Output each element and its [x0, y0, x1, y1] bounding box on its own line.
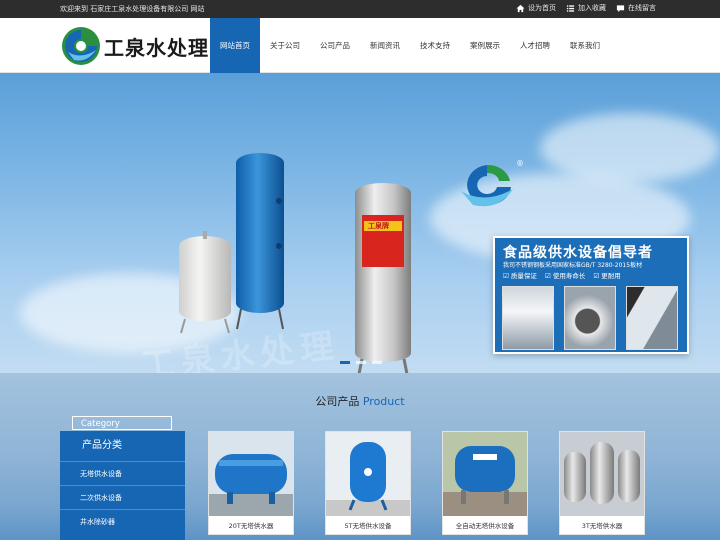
product-image	[560, 432, 644, 516]
add-favorite-label: 加入收藏	[578, 4, 606, 12]
nav-about[interactable]: 关于公司	[260, 18, 310, 73]
category-item-secondary-supply[interactable]: 二次供水设备	[60, 485, 185, 509]
category-list: 无塔供水设备 二次供水设备 井水除砂器	[60, 461, 185, 533]
nav-cases[interactable]: 案例展示	[460, 18, 510, 73]
product-image	[443, 432, 527, 516]
online-message-label: 在线留言	[628, 4, 656, 12]
chat-icon	[616, 4, 625, 12]
product-name: 全自动无塔供水设备	[455, 522, 515, 530]
product-section: 公司产品 Product Category 产品分类 无塔供水设备 二次供水设备…	[0, 373, 720, 540]
cloud-decoration	[540, 113, 720, 183]
tank-brand-label: 工泉牌	[368, 222, 389, 230]
set-homepage-link[interactable]: 设为首页	[516, 3, 556, 13]
nav-home[interactable]: 网站首页	[210, 18, 260, 73]
category-item-tankless-supply[interactable]: 无塔供水设备	[60, 461, 185, 485]
food-grade-promo-card: 食品级供水设备倡导者 我司不锈钢钢板采用国家标准GB/T 3280-2015板材…	[493, 236, 689, 354]
product-name: 5T无塔供水设备	[344, 522, 392, 530]
product-image	[326, 432, 410, 516]
product-name: 3T无塔供水器	[581, 522, 623, 530]
steel-pipe-image	[564, 286, 616, 350]
site-logo[interactable]: 工泉水处理	[60, 24, 210, 68]
nav-contact[interactable]: 联系我们	[560, 18, 610, 73]
set-homepage-label: 设为首页	[528, 4, 556, 12]
steel-plate-image	[626, 286, 678, 350]
site-header: 工泉水处理 网站首页 关于公司 公司产品 新闻资讯 技术支持 案例展示 人才招聘…	[0, 18, 720, 73]
home-icon	[516, 4, 525, 12]
product-card[interactable]: 全自动无塔供水设备	[442, 431, 528, 535]
category-item-sand-remover[interactable]: 井水除砂器	[60, 509, 185, 533]
category-heading-en: Category	[72, 416, 172, 430]
steel-sheet-image	[502, 286, 554, 350]
registered-mark: ®	[516, 159, 524, 168]
product-name: 20T无塔供水器	[228, 522, 274, 530]
slider-dot[interactable]	[372, 361, 382, 364]
feature-long-life: 使用寿命长	[545, 270, 586, 280]
product-image	[209, 432, 293, 516]
welcome-text: 欢迎来到 石家庄工泉水处理设备有限公司 网站	[60, 5, 205, 13]
online-message-link[interactable]: 在线留言	[616, 3, 656, 13]
promo-features: 质量保证 使用寿命长 更耐用	[503, 270, 621, 280]
section-title-cn: 公司产品	[315, 395, 360, 408]
promo-images	[502, 286, 678, 350]
add-favorite-link[interactable]: 加入收藏	[566, 3, 606, 13]
product-card[interactable]: 20T无塔供水器	[208, 431, 294, 535]
nav-products[interactable]: 公司产品	[310, 18, 360, 73]
top-links: 设为首页 加入收藏 在线留言	[516, 3, 656, 13]
nav-news[interactable]: 新闻资讯	[360, 18, 410, 73]
product-card[interactable]: 5T无塔供水设备	[325, 431, 411, 535]
brand-emblem-icon	[461, 164, 513, 207]
promo-title: 食品级供水设备倡导者	[503, 245, 653, 261]
top-bar: 欢迎来到 石家庄工泉水处理设备有限公司 网站 设为首页 加入收藏 在线留言	[0, 0, 720, 18]
feature-quality: 质量保证	[503, 270, 537, 280]
slider-dot[interactable]	[356, 361, 366, 364]
logo-text: 工泉水处理	[104, 35, 209, 60]
slider-dots	[340, 361, 382, 364]
logo-emblem-icon	[62, 27, 100, 65]
nav-careers[interactable]: 人才招聘	[510, 18, 560, 73]
promo-subtitle: 我司不锈钢钢板采用国家标准GB/T 3280-2015板材	[503, 262, 643, 269]
feature-durable: 更耐用	[593, 270, 621, 280]
category-heading-cn: 产品分类	[82, 440, 122, 451]
section-title-en: Product	[362, 395, 405, 408]
section-title: 公司产品 Product	[0, 393, 720, 409]
bookmark-icon	[566, 4, 575, 12]
main-nav: 网站首页 关于公司 公司产品 新闻资讯 技术支持 案例展示 人才招聘 联系我们	[210, 18, 610, 73]
stainless-steel-tank-image	[355, 183, 411, 373]
nav-tech-support[interactable]: 技术支持	[410, 18, 460, 73]
product-card[interactable]: 3T无塔供水器	[559, 431, 645, 535]
pressure-tanks-image	[179, 153, 284, 334]
slider-dot[interactable]	[340, 361, 350, 364]
